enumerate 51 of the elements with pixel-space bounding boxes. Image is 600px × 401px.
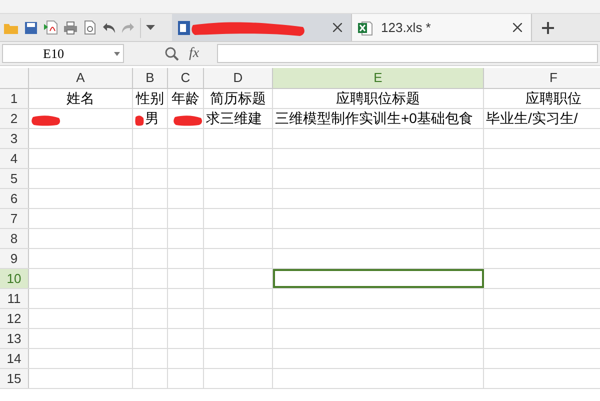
cell-text: 性别 — [136, 89, 164, 108]
row-header[interactable]: 1 — [0, 89, 29, 108]
undo-icon[interactable] — [102, 22, 116, 34]
formula-input[interactable] — [217, 44, 598, 63]
selected-cell[interactable] — [273, 269, 484, 288]
dropdown-icon[interactable] — [114, 52, 120, 56]
column-header[interactable]: C — [168, 68, 204, 88]
column-header[interactable]: E — [273, 68, 484, 88]
save-icon[interactable] — [24, 20, 38, 34]
row-header[interactable]: 3 — [0, 129, 29, 148]
document-icon — [177, 20, 191, 36]
row-header[interactable]: 15 — [0, 369, 29, 388]
column-header[interactable]: F — [484, 68, 600, 88]
close-icon[interactable] — [333, 23, 342, 32]
cell-text: 求三维建 — [206, 109, 262, 128]
row-header[interactable]: 2 — [0, 109, 29, 128]
pdf-export-icon[interactable] — [43, 20, 58, 35]
row-header[interactable]: 7 — [0, 209, 29, 228]
row-header[interactable]: 11 — [0, 289, 29, 308]
cell-reference: E10 — [42, 44, 65, 63]
row-header[interactable]: 10 — [0, 269, 29, 288]
row-header[interactable]: 9 — [0, 249, 29, 268]
row-header[interactable]: 8 — [0, 229, 29, 248]
column-header[interactable]: B — [133, 68, 168, 88]
new-tab-icon[interactable] — [542, 22, 554, 34]
tab-label: 123.xls * — [381, 18, 431, 37]
cell-text: 三维模型制作实训生+0基础包食 — [275, 109, 473, 128]
row-header[interactable]: 14 — [0, 349, 29, 368]
zoom-icon[interactable] — [165, 46, 179, 60]
cell-text: 姓名 — [66, 89, 94, 108]
column-header[interactable]: A — [29, 68, 133, 88]
spreadsheet-icon — [357, 20, 373, 36]
cell-text: 年龄 — [172, 89, 200, 108]
row-header[interactable]: 13 — [0, 329, 29, 348]
row-header[interactable]: 12 — [0, 309, 29, 328]
cell-text: 简历标题 — [210, 89, 266, 108]
cell-text: 毕业生/实习生/ — [486, 109, 578, 128]
cell-text: 应聘职位标题 — [336, 89, 420, 108]
cell-text: 男 — [145, 109, 159, 128]
row-header[interactable]: 5 — [0, 169, 29, 188]
file-tab[interactable] — [172, 14, 352, 41]
name-box[interactable]: E10 — [2, 44, 124, 63]
preview-icon[interactable] — [83, 20, 97, 35]
row-header[interactable]: 4 — [0, 149, 29, 168]
file-tab[interactable]: 123.xls * — [352, 14, 532, 41]
row-header[interactable]: 6 — [0, 189, 29, 208]
cell-text: 应聘职位 — [526, 89, 582, 108]
close-icon[interactable] — [513, 23, 522, 32]
dropdown-icon[interactable] — [146, 25, 155, 30]
function-button[interactable]: fx — [189, 43, 200, 64]
print-icon[interactable] — [63, 20, 78, 34]
